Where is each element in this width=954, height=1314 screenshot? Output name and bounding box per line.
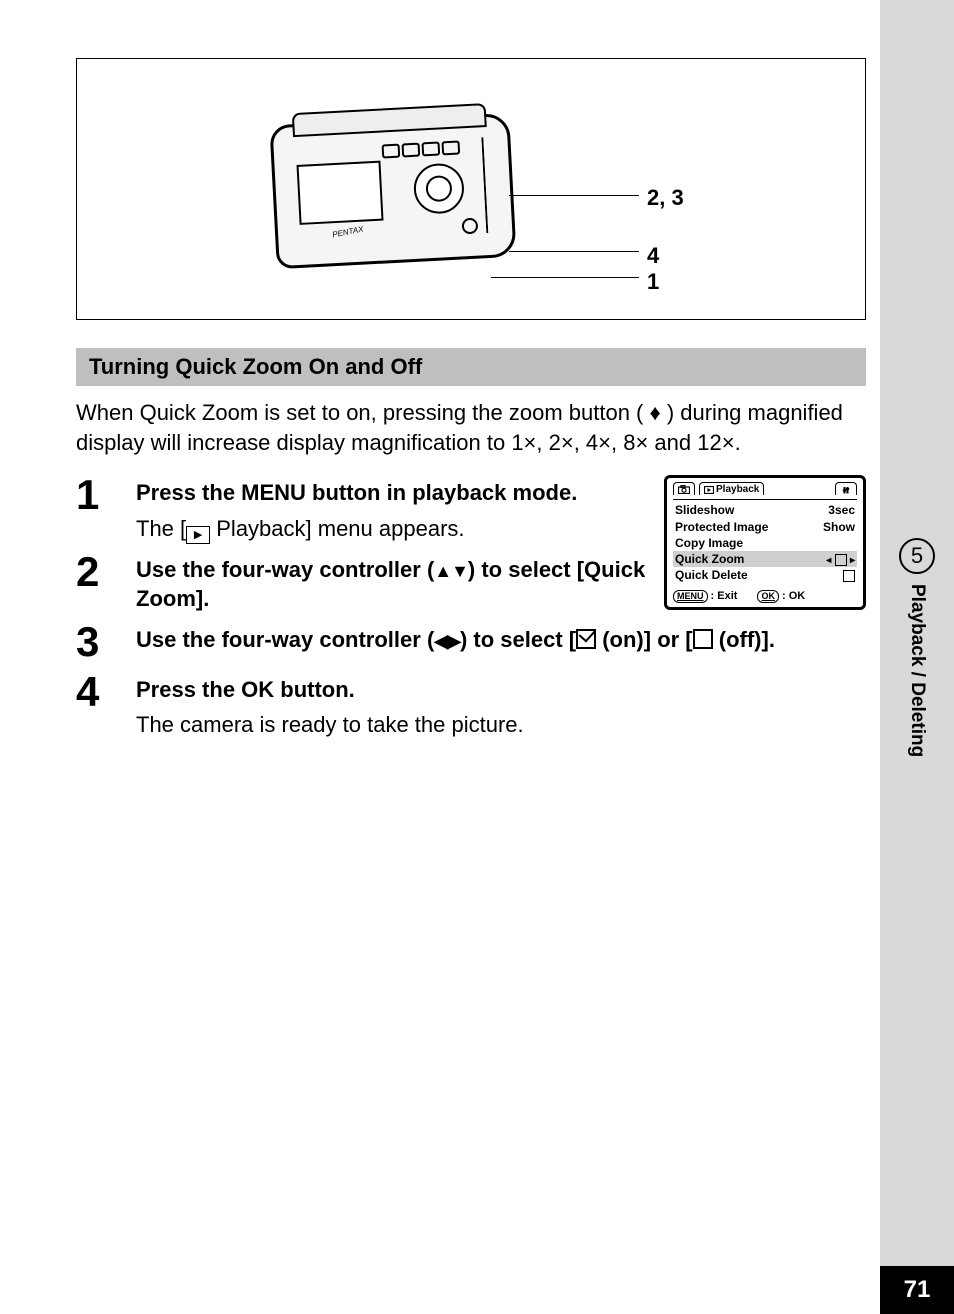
camera-illustration: PENTAX: [269, 113, 516, 269]
step-4-title: Press the OK button.: [136, 676, 866, 705]
right-arrow-icon: ▸: [850, 555, 855, 566]
left-right-arrows-icon: ◀▶: [434, 631, 460, 651]
menu-row-copy: Copy Image: [673, 535, 857, 551]
menu-pill-icon: MENU: [673, 590, 708, 603]
camera-figure-frame: PENTAX 2, 3 4 1: [76, 58, 866, 320]
intro-paragraph: When Quick Zoom is set to on, pressing t…: [76, 398, 866, 457]
menu-row-protected: Protected Image Show: [673, 519, 857, 535]
menu-row-quickdelete: Quick Delete: [673, 567, 857, 583]
checkbox-on-icon: [576, 629, 596, 649]
menu-row-slideshow: Slideshow 3sec: [673, 502, 857, 518]
chapter-label: Playback / Deleting: [906, 584, 928, 757]
callout-label-23: 2, 3: [647, 187, 684, 209]
menu-tab-bar: Playback: [673, 482, 857, 495]
step-4-detail: The camera is ready to take the picture.: [136, 710, 866, 740]
chapter-side-tab: 5 Playback / Deleting: [880, 538, 954, 757]
callout-line: [491, 277, 639, 278]
step-number: 1: [76, 471, 136, 517]
chapter-number-circle: 5: [899, 538, 935, 574]
callout-line: [509, 195, 639, 196]
steps-list: Playback Slideshow 3sec Protected Image …: [76, 471, 866, 740]
section-heading: Turning Quick Zoom On and Off: [76, 348, 866, 386]
menu-row-quickzoom: Quick Zoom ◂ ▸: [673, 551, 857, 568]
setup-tab-icon: [835, 482, 857, 495]
checkbox-off-icon: [693, 629, 713, 649]
checkbox-off-icon: [835, 554, 847, 566]
menu-footer: MENU : Exit OK : OK: [673, 590, 857, 603]
playback-tab: Playback: [699, 482, 764, 495]
callout-line: [509, 251, 639, 252]
playback-tab-label: Playback: [716, 484, 759, 496]
step-3: 3 Use the four-way controller (◀▶) to se…: [76, 618, 866, 664]
left-arrow-icon: ◂: [826, 555, 831, 566]
step-number: 4: [76, 668, 136, 714]
playback-menu-screenshot: Playback Slideshow 3sec Protected Image …: [664, 475, 866, 609]
step-number: 3: [76, 618, 136, 664]
step-2-title: Use the four-way controller (▲▼) to sele…: [136, 556, 646, 613]
page-number: 71: [880, 1266, 954, 1314]
callout-label-4: 4: [647, 245, 659, 267]
playback-icon: ▶: [186, 526, 210, 544]
step-3-title: Use the four-way controller (◀▶) to sele…: [136, 626, 866, 655]
checkbox-off-icon: [843, 570, 855, 582]
step-1-title: Press the MENU button in playback mode.: [136, 479, 646, 508]
step-number: 2: [76, 548, 136, 594]
up-down-arrows-icon: ▲▼: [434, 561, 468, 581]
callout-label-1: 1: [647, 271, 659, 293]
camera-brand: PENTAX: [332, 225, 365, 240]
ok-pill-icon: OK: [757, 590, 779, 603]
camera-tab-icon: [673, 482, 695, 495]
step-1-detail: The [▶ Playback] menu appears.: [136, 514, 646, 544]
step-4: 4 Press the OK button. The camera is rea…: [76, 668, 866, 740]
